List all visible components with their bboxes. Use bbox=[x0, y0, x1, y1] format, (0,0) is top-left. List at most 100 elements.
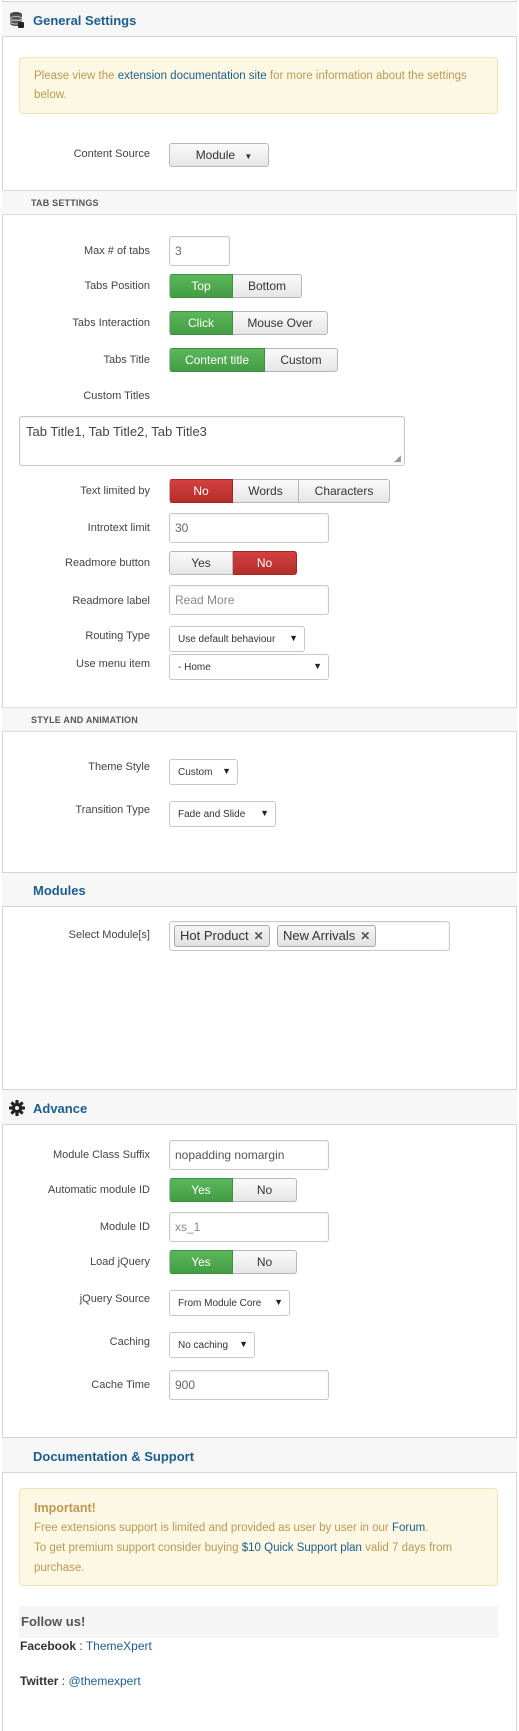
readmore-no-button[interactable]: No bbox=[233, 551, 297, 575]
documentation-support-header: Documentation & Support bbox=[2, 1437, 517, 1473]
auto-id-yes-button[interactable]: Yes bbox=[169, 1178, 233, 1202]
quick-support-plan-link[interactable]: $10 Quick Support plan bbox=[242, 1542, 362, 1554]
important-heading: Important! bbox=[34, 1501, 96, 1515]
limit-words-button[interactable]: Words bbox=[233, 479, 299, 503]
select-modules-label: Select Module[s] bbox=[68, 929, 150, 941]
transition-type-value: Fade and Slide bbox=[178, 809, 246, 820]
theme-style-value: Custom bbox=[178, 767, 213, 778]
theme-style-label: Theme Style bbox=[88, 761, 150, 773]
theme-style-select[interactable]: Custom ▼ bbox=[169, 759, 238, 785]
jquery-source-value: From Module Core bbox=[178, 1298, 262, 1309]
resize-handle-icon[interactable]: ◢ bbox=[394, 454, 401, 463]
content-source-label: Content Source bbox=[73, 148, 150, 160]
load-jquery-label: Load jQuery bbox=[90, 1256, 150, 1268]
tabs-interaction-toggle[interactable]: Click Mouse Over bbox=[169, 311, 328, 335]
custom-titles-label: Custom Titles bbox=[83, 390, 150, 402]
tab-settings-header: TAB SETTINGS bbox=[2, 190, 517, 215]
tabs-position-label: Tabs Position bbox=[84, 280, 150, 292]
tabs-title-toggle[interactable]: Content title Custom bbox=[169, 348, 338, 372]
tabs-position-toggle[interactable]: Top Bottom bbox=[169, 274, 302, 298]
position-bottom-button[interactable]: Bottom bbox=[233, 274, 302, 298]
routing-type-value: Use default behaviour bbox=[178, 634, 276, 645]
module-id-input[interactable]: xs_1 bbox=[169, 1212, 329, 1242]
jquery-source-label: jQuery Source bbox=[79, 1293, 150, 1305]
module-tag-label: Hot Product bbox=[180, 928, 249, 943]
follow-us-heading: Follow us! bbox=[19, 1606, 498, 1638]
module-id-label: Module ID bbox=[99, 1221, 150, 1233]
jquery-no-button[interactable]: No bbox=[233, 1250, 297, 1274]
caching-label: Caching bbox=[109, 1336, 150, 1348]
position-top-button[interactable]: Top bbox=[169, 274, 233, 298]
support-line1: Free extensions support is limited and p… bbox=[34, 1522, 392, 1534]
module-class-suffix-label: Module Class Suffix bbox=[52, 1149, 150, 1161]
jquery-yes-button[interactable]: Yes bbox=[169, 1250, 233, 1274]
cache-time-label: Cache Time bbox=[91, 1379, 150, 1391]
notice-text: Please view the bbox=[34, 70, 118, 82]
interaction-click-button[interactable]: Click bbox=[169, 311, 233, 335]
facebook-link[interactable]: ThemeXpert bbox=[86, 1639, 152, 1653]
readmore-yes-button[interactable]: Yes bbox=[169, 551, 233, 575]
routing-type-select[interactable]: Use default behaviour ▼ bbox=[169, 626, 305, 652]
database-icon bbox=[9, 12, 24, 28]
readmore-button-label: Readmore button bbox=[65, 557, 150, 569]
tab-settings-title: TAB SETTINGS bbox=[31, 198, 99, 208]
caret-down-icon: ▼ bbox=[313, 661, 322, 671]
support-line1-end: . bbox=[425, 1522, 429, 1534]
module-class-suffix-input[interactable]: nopadding nomargin bbox=[169, 1140, 329, 1170]
interaction-mouseover-button[interactable]: Mouse Over bbox=[233, 311, 328, 335]
jquery-source-select[interactable]: From Module Core ▼ bbox=[169, 1290, 290, 1316]
module-tag-hot-product: Hot Product ✕ bbox=[174, 925, 270, 947]
title-content-button[interactable]: Content title bbox=[169, 348, 265, 372]
text-limited-toggle[interactable]: No Words Characters bbox=[169, 479, 390, 503]
documentation-notice: Please view the extension documentation … bbox=[19, 57, 498, 114]
routing-type-label: Routing Type bbox=[85, 630, 150, 642]
style-animation-title: STYLE AND ANIMATION bbox=[31, 715, 138, 725]
remove-tag-icon[interactable]: ✕ bbox=[360, 929, 370, 943]
caching-value: No caching bbox=[178, 1340, 229, 1351]
advance-header: Advance bbox=[2, 1089, 517, 1125]
twitter-row: Twitter : @themexpert bbox=[20, 1674, 141, 1688]
caret-down-icon: ▼ bbox=[239, 1339, 248, 1349]
introtext-limit-label: Introtext limit bbox=[87, 522, 150, 534]
auto-id-no-button[interactable]: No bbox=[233, 1178, 297, 1202]
readmore-button-toggle[interactable]: Yes No bbox=[169, 551, 297, 575]
transition-type-select[interactable]: Fade and Slide ▼ bbox=[169, 801, 276, 827]
automatic-module-id-label: Automatic module ID bbox=[47, 1184, 150, 1196]
documentation-support-title: Documentation & Support bbox=[33, 1449, 195, 1464]
caret-down-icon: ▼ bbox=[274, 1297, 283, 1307]
caret-down-icon: ▼ bbox=[260, 808, 269, 818]
documentation-link[interactable]: extension documentation site bbox=[118, 70, 267, 82]
content-source-select[interactable]: Module ▼ bbox=[169, 143, 269, 167]
menu-item-select[interactable]: - Home ▼ bbox=[169, 654, 329, 680]
cache-time-input[interactable]: 900 bbox=[169, 1370, 329, 1400]
module-tag-new-arrivals: New Arrivals ✕ bbox=[277, 925, 377, 947]
limit-no-button[interactable]: No bbox=[169, 479, 233, 503]
tabs-interaction-label: Tabs Interaction bbox=[72, 317, 150, 329]
custom-titles-textarea[interactable]: Tab Title1, Tab Title2, Tab Title3 bbox=[19, 416, 405, 466]
content-source-value: Module bbox=[195, 148, 236, 162]
text-limited-label: Text limited by bbox=[80, 485, 150, 497]
load-jquery-toggle[interactable]: Yes No bbox=[169, 1250, 297, 1274]
content-source-button[interactable]: Module ▼ bbox=[169, 143, 269, 167]
caret-down-icon: ▼ bbox=[289, 633, 298, 643]
max-tabs-input[interactable]: 3 bbox=[169, 236, 230, 266]
facebook-row: Facebook : ThemeXpert bbox=[20, 1639, 152, 1653]
menu-item-label: Use menu item bbox=[76, 658, 150, 670]
title-custom-button[interactable]: Custom bbox=[265, 348, 338, 372]
general-settings-title: General Settings bbox=[33, 13, 137, 28]
advance-title: Advance bbox=[33, 1101, 88, 1116]
select-modules-input[interactable]: Hot Product ✕ New Arrivals ✕ bbox=[169, 921, 450, 951]
transition-type-label: Transition Type bbox=[75, 804, 150, 816]
style-animation-header: STYLE AND ANIMATION bbox=[2, 707, 517, 732]
automatic-module-id-toggle[interactable]: Yes No bbox=[169, 1178, 297, 1202]
limit-characters-button[interactable]: Characters bbox=[299, 479, 390, 503]
support-notice: Important! Free extensions support is li… bbox=[19, 1488, 498, 1586]
twitter-link[interactable]: @themexpert bbox=[68, 1674, 140, 1688]
caret-down-icon: ▼ bbox=[244, 152, 253, 161]
forum-link[interactable]: Forum bbox=[392, 1522, 425, 1534]
remove-tag-icon[interactable]: ✕ bbox=[254, 929, 264, 943]
readmore-label-input[interactable]: Read More bbox=[169, 585, 329, 615]
introtext-limit-input[interactable]: 30 bbox=[169, 513, 329, 543]
module-tag-label: New Arrivals bbox=[283, 928, 356, 943]
caching-select[interactable]: No caching ▼ bbox=[169, 1332, 255, 1358]
